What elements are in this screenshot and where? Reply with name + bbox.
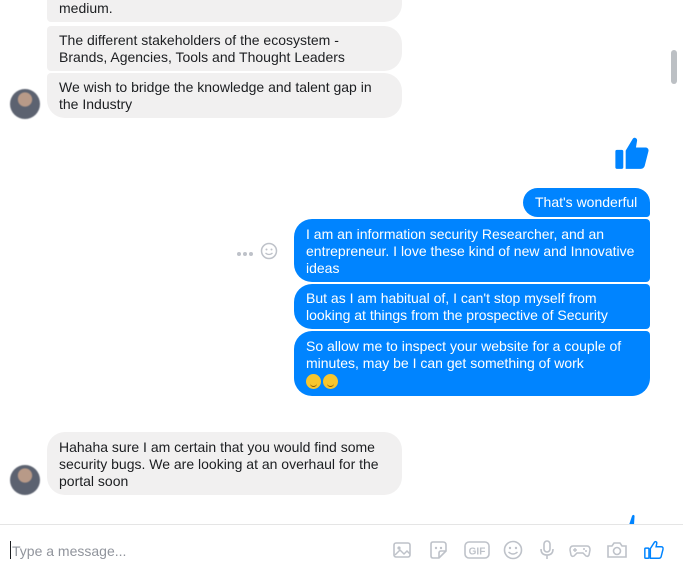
message-text: I am an information security Researcher,… [306, 226, 635, 276]
message-text: But as I am habitual of, I can't stop my… [306, 290, 608, 323]
message-text: The different stakeholders of the ecosys… [59, 32, 345, 65]
message-text: medium. [59, 0, 113, 16]
outgoing-message: But as I am habitual of, I can't stop my… [294, 284, 650, 329]
scrollbar[interactable] [671, 50, 677, 84]
emoji-icon[interactable] [502, 539, 524, 561]
gif-icon[interactable]: GIF [464, 539, 490, 561]
image-icon[interactable] [391, 539, 413, 561]
winking-emoji-icon [323, 374, 338, 389]
sticker-icon[interactable] [427, 539, 449, 561]
incoming-message: We wish to bridge the knowledge and tale… [47, 73, 402, 118]
incoming-message: medium. [47, 0, 402, 22]
thumbs-up-icon [613, 134, 651, 172]
incoming-message: Hahaha sure I am certain that you would … [47, 432, 402, 495]
incoming-message: The different stakeholders of the ecosys… [47, 26, 402, 71]
smiley-react-icon[interactable] [260, 242, 278, 260]
camera-icon[interactable] [606, 539, 628, 561]
message-text: Hahaha sure I am certain that you would … [59, 439, 379, 489]
more-options-icon[interactable] [236, 246, 254, 256]
message-composer: Type a message... GIF [0, 524, 683, 568]
outgoing-message: That's wonderful [523, 188, 650, 217]
message-input[interactable]: Type a message... [12, 543, 126, 559]
message-text: We wish to bridge the knowledge and tale… [59, 79, 372, 112]
outgoing-message: So allow me to inspect your website for … [294, 331, 650, 396]
outgoing-message: I am an information security Researcher,… [294, 219, 650, 282]
smiling-emoji-icon [306, 374, 321, 389]
message-text: So allow me to inspect your website for … [306, 338, 622, 371]
svg-text:GIF: GIF [469, 547, 486, 558]
text-cursor [10, 541, 11, 559]
message-thread: medium. The different stakeholders of th… [0, 0, 683, 524]
message-text: That's wonderful [535, 194, 638, 210]
thumbs-up-icon[interactable] [643, 539, 665, 561]
thumbs-up-icon [626, 512, 638, 524]
microphone-icon[interactable] [536, 539, 558, 561]
contact-avatar[interactable] [10, 89, 40, 119]
game-icon[interactable] [569, 539, 591, 561]
contact-avatar[interactable] [10, 465, 40, 495]
